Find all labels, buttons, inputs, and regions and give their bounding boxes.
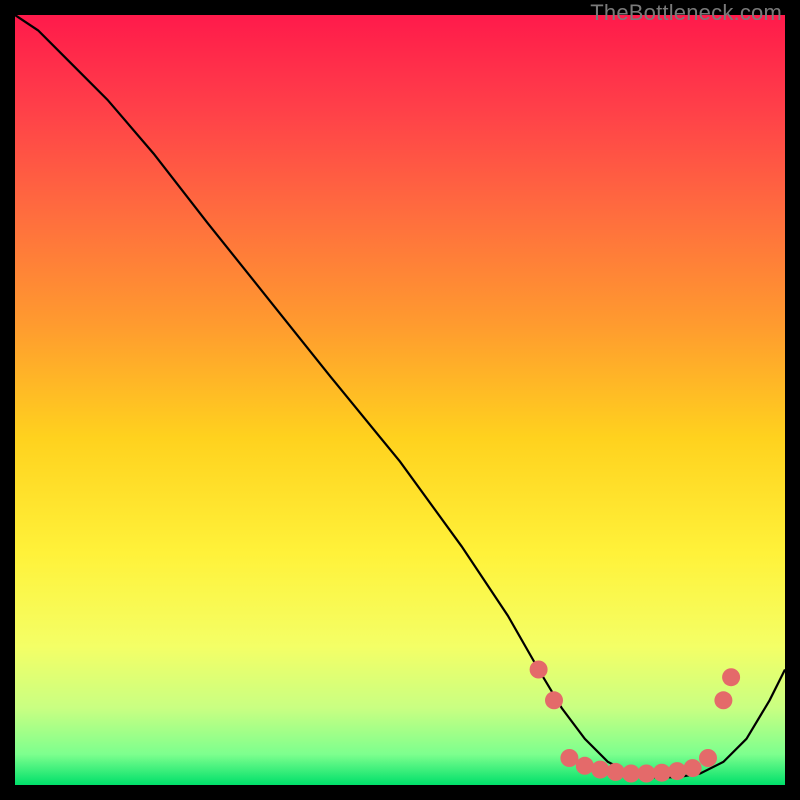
chart-frame xyxy=(15,15,785,785)
trough-dot xyxy=(668,762,686,780)
trough-dot xyxy=(653,764,671,782)
trough-dot xyxy=(530,661,548,679)
trough-dot xyxy=(576,757,594,775)
trough-dot xyxy=(722,668,740,686)
trough-dot xyxy=(699,749,717,767)
trough-dot xyxy=(591,761,609,779)
trough-dot xyxy=(607,763,625,781)
trough-dot xyxy=(684,759,702,777)
chart-background xyxy=(15,15,785,785)
trough-dot xyxy=(560,749,578,767)
trough-dot xyxy=(637,765,655,783)
trough-dot xyxy=(622,765,640,783)
watermark-text: TheBottleneck.com xyxy=(590,0,782,26)
trough-dot xyxy=(545,691,563,709)
trough-dot xyxy=(714,691,732,709)
bottleneck-chart xyxy=(15,15,785,785)
